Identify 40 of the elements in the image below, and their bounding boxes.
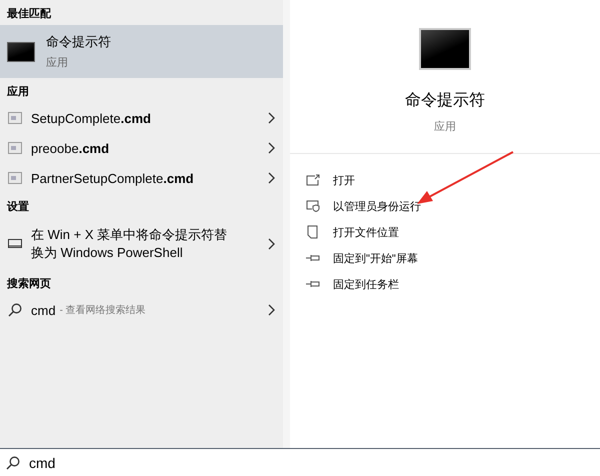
- result-item[interactable]: PartnerSetupComplete.cmd: [0, 163, 283, 193]
- shield-icon: [306, 200, 320, 212]
- section-heading: 应用: [6, 84, 30, 100]
- section-heading: 最佳匹配: [6, 6, 52, 22]
- app-title: 命令提示符: [405, 91, 485, 111]
- chevron-icon: [268, 112, 275, 124]
- action-item[interactable]: 打开文件位置: [290, 219, 415, 245]
- file-icon: [8, 172, 22, 184]
- search-icon: [6, 456, 20, 470]
- terminal-icon: [419, 28, 471, 70]
- action-item[interactable]: 固定到"开始"屏幕: [290, 245, 434, 271]
- result-item[interactable]: SetupComplete.cmd: [0, 103, 283, 133]
- web-search-item[interactable]: cmd - 查看网络搜索结果: [0, 295, 283, 325]
- action-item[interactable]: 以管理员身份运行: [290, 193, 437, 219]
- chevron-icon: [268, 304, 275, 316]
- action-item[interactable]: 固定到任务栏: [290, 271, 415, 297]
- chevron-icon: [268, 238, 275, 250]
- monitor-icon: [8, 239, 22, 249]
- action-item[interactable]: 打开: [290, 167, 371, 193]
- hint-text: - 查看网络搜索结果: [60, 304, 146, 317]
- query-text: cmd: [31, 302, 56, 318]
- search-icon: [8, 303, 22, 317]
- section-heading: 搜索网页: [6, 276, 52, 292]
- terminal-icon: [7, 42, 35, 62]
- file-icon: [8, 112, 22, 124]
- item-title: 命令提示符: [46, 33, 111, 51]
- window-icon: [306, 174, 320, 186]
- chevron-icon: [268, 142, 275, 154]
- item-subtitle: 应用: [46, 56, 69, 70]
- file-icon: [8, 142, 22, 154]
- result-item[interactable]: 在 Win + X 菜单中将命令提示符替换为 Windows PowerShell: [0, 218, 283, 270]
- chevron-icon: [268, 172, 275, 184]
- result-item[interactable]: preoobe.cmd: [0, 133, 283, 163]
- pin-icon: [306, 253, 320, 263]
- pin-icon: [306, 279, 320, 289]
- search-field[interactable]: cmd: [29, 454, 229, 470]
- best-match-item[interactable]: 命令提示符 应用: [0, 25, 283, 78]
- app-subtitle: 应用: [434, 120, 456, 134]
- document-icon: [306, 225, 320, 239]
- section-heading: 设置: [6, 200, 30, 214]
